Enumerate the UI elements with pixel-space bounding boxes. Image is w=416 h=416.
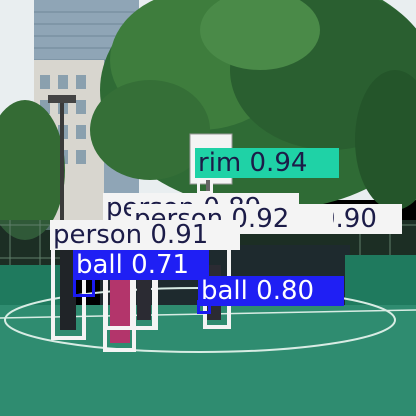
ball-detection-label: ball 0.71: [73, 250, 209, 280]
label-score: 0.94: [249, 148, 308, 178]
rim-detection-box: [197, 176, 213, 194]
detection-scene: rim 0.94 person 0.89 0.90 person 0.92 pe…: [0, 0, 416, 416]
label-score: 0.80: [256, 276, 315, 306]
label-class: ball: [76, 250, 123, 280]
ball-detection-label: ball 0.80: [198, 276, 344, 306]
label-class: person: [53, 220, 143, 250]
person-detection-label: person 0.91: [50, 220, 240, 250]
rim-detection-label: rim 0.94: [195, 148, 339, 178]
label-score: 0.71: [131, 250, 190, 280]
label-class: ball: [201, 276, 248, 306]
label-score: 0.91: [150, 220, 209, 250]
label-score: 0.92: [231, 204, 290, 234]
label-class: rim: [198, 148, 242, 178]
